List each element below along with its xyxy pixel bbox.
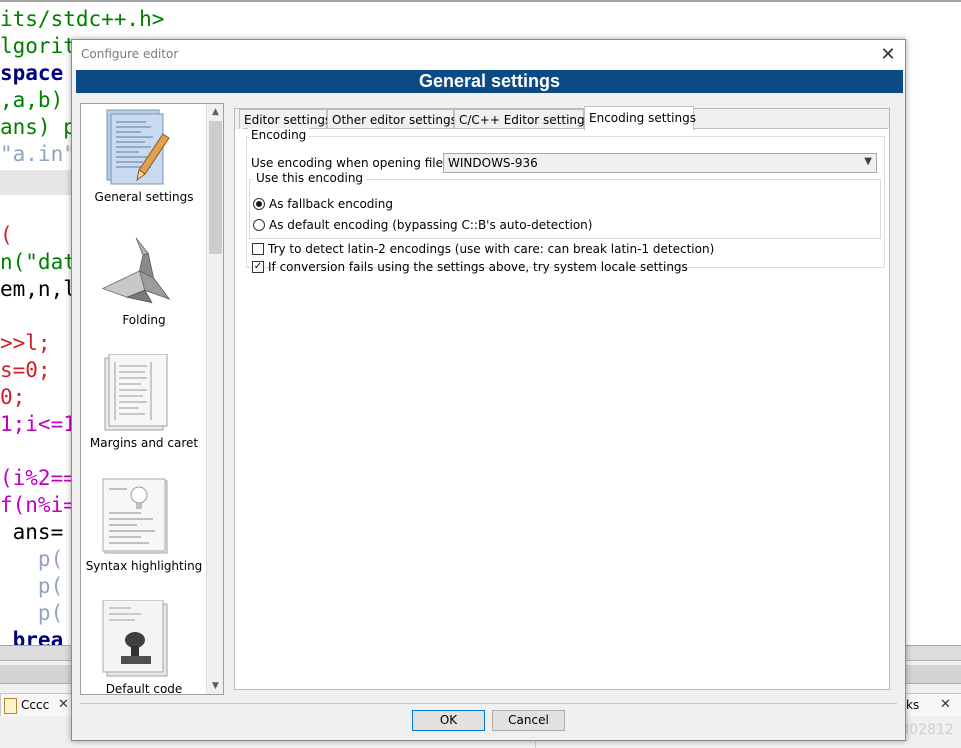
background-log-tab[interactable]: Cccc ✕ (0, 693, 74, 716)
close-icon[interactable]: ✕ (878, 45, 898, 65)
category-scrollbar[interactable]: ▲ ▼ (206, 104, 223, 694)
code-token: f(n%i= (0, 493, 76, 517)
footer-separator (80, 703, 897, 704)
category-label: General settings (94, 190, 194, 204)
code-line: p( (0, 600, 63, 627)
current-line-highlight (0, 170, 72, 195)
encoding-dropdown[interactable]: WINDOWS-936 ▼ (443, 153, 877, 173)
ok-button[interactable]: OK (412, 710, 485, 731)
code-token: its/stdc++.h> (0, 7, 165, 31)
code-line: s=0; (0, 357, 51, 384)
encoding-group-title: Encoding (248, 128, 310, 142)
code-line: ans) p (0, 114, 76, 141)
dialog-titlebar[interactable]: Configure editor ✕ (72, 40, 905, 70)
code-token: ans) p (0, 115, 76, 139)
editor-top-border (0, 0, 961, 2)
code-token: n("dat (0, 250, 76, 274)
tab-other-editor-settings[interactable]: Other editor settings (327, 109, 457, 129)
code-token: 0; (0, 385, 26, 409)
code-token: p( (0, 547, 64, 571)
code-line: (i%2== (0, 465, 76, 492)
code-line: n("dat (0, 249, 76, 276)
code-token: lgorit (0, 34, 76, 58)
code-line: lgorit (0, 33, 76, 60)
file-icon (4, 698, 17, 714)
default-encoding-label[interactable]: As default encoding (bypassing C::B's au… (269, 218, 592, 232)
code-line: 0; (0, 384, 25, 411)
code-token: ( (0, 223, 13, 247)
dialog-title: Configure editor (81, 47, 179, 61)
code-token: ans= (0, 520, 64, 544)
code-token: ,a,b) (0, 88, 64, 112)
code-line: >>l; (0, 330, 51, 357)
code-line: ans= (0, 519, 64, 546)
code-token: p( (0, 574, 64, 598)
settings-panel: Editor settings Other editor settings C/… (234, 106, 890, 690)
category-label: Default code (105, 682, 183, 695)
code-line: 1;i<=1 (0, 411, 76, 438)
tab-cpp-editor-settings[interactable]: C/C++ Editor settings (454, 109, 591, 129)
open-encoding-label: Use encoding when opening files: (251, 156, 454, 170)
category-label: Margins and caret (89, 436, 199, 450)
code-line: "a.in" (0, 141, 76, 168)
fallback-encoding-radio[interactable] (253, 198, 265, 210)
code-token: space (0, 61, 76, 85)
code-token: p( (0, 601, 64, 625)
tab-encoding-settings[interactable]: Encoding settings (584, 106, 696, 130)
close-icon[interactable]: ✕ (58, 694, 69, 716)
category-label: Folding (122, 313, 166, 327)
configure-editor-dialog: Configure editor ✕ General settings Gene… (71, 39, 906, 741)
code-line: em,n,l (0, 276, 76, 303)
code-line: space (0, 60, 76, 87)
code-line: brea (0, 627, 64, 645)
section-header-title: General settings (418, 71, 561, 91)
code-token: (i%2== (0, 466, 76, 490)
detect-latin2-checkbox[interactable] (252, 243, 264, 255)
tab-editor-settings[interactable]: Editor settings (239, 109, 331, 129)
category-folding[interactable]: Folding (81, 227, 207, 350)
code-line: its/stdc++.h> (0, 6, 164, 33)
section-header: General settings (76, 70, 903, 93)
system-locale-checkbox[interactable]: ✓ (252, 261, 264, 273)
folding-icon (101, 237, 171, 304)
category-margins-and-caret[interactable]: Margins and caret (81, 350, 207, 473)
chevron-down-icon: ▼ (864, 156, 872, 167)
scroll-down-arrow-icon[interactable]: ▼ (207, 678, 223, 694)
use-encoding-group-title: Use this encoding (253, 171, 367, 185)
system-locale-label[interactable]: If conversion fails using the settings a… (268, 260, 688, 274)
code-line: p( (0, 546, 63, 573)
scrollbar-thumb[interactable] (209, 121, 222, 254)
code-token: >>l; (0, 331, 51, 355)
background-right-tab-label: ks (906, 698, 920, 712)
category-label: Syntax highlighting (85, 559, 203, 573)
code-token: 1;i<=1 (0, 412, 76, 436)
code-line: ( (0, 222, 13, 249)
encoding-settings-page: Encoding Use encoding when opening files… (243, 128, 888, 689)
default-code-icon (102, 600, 168, 677)
code-token: s=0; (0, 358, 51, 382)
scroll-up-arrow-icon[interactable]: ▲ (207, 104, 223, 120)
cancel-button[interactable]: Cancel (492, 710, 565, 731)
code-line: ,a,b) (0, 87, 63, 114)
category-syntax-highlighting[interactable]: Syntax highlighting (81, 473, 207, 596)
tab-strip: Editor settings Other editor settings C/… (235, 106, 889, 130)
close-icon[interactable]: ✕ (940, 694, 951, 716)
background-log-tab-label: Cccc (21, 698, 50, 712)
background-right-tab[interactable]: ks ✕ (905, 693, 961, 716)
category-general-settings[interactable]: General settings (81, 104, 207, 227)
category-default-code[interactable]: Default code (81, 596, 207, 695)
encoding-dropdown-value: WINDOWS-936 (448, 156, 538, 170)
fallback-encoding-label[interactable]: As fallback encoding (269, 197, 393, 211)
code-token: brea (0, 628, 64, 645)
syntax-highlighting-icon (102, 478, 168, 554)
code-line: f(n%i= (0, 492, 76, 519)
margins-caret-icon (104, 354, 168, 431)
general-settings-icon (106, 109, 170, 185)
code-token: em,n,l (0, 277, 76, 301)
code-token: "a.in" (0, 142, 76, 166)
code-line: p( (0, 573, 63, 600)
detect-latin2-label[interactable]: Try to detect latin-2 encodings (use wit… (268, 242, 714, 256)
category-list[interactable]: General settings Folding Margins and car… (80, 103, 224, 695)
default-encoding-radio[interactable] (253, 219, 265, 231)
